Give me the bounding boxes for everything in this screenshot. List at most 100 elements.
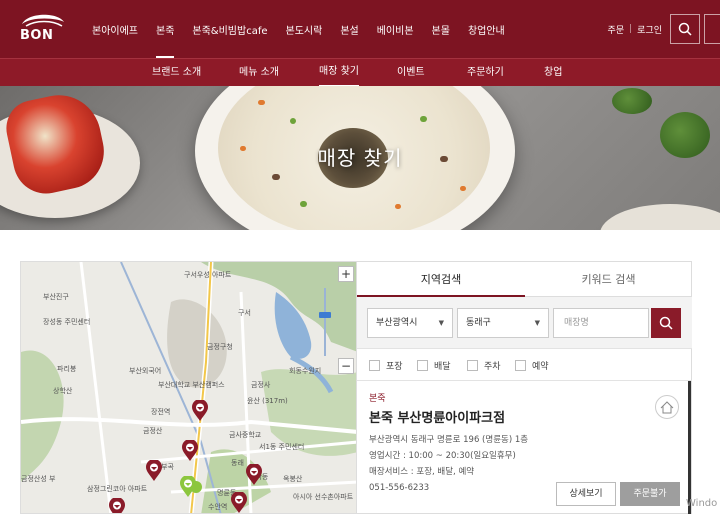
nav-bon-mall[interactable]: 본몰 (432, 22, 450, 37)
city-select[interactable]: 부산광역시 ▼ (367, 308, 453, 338)
zoom-out-button[interactable]: − (338, 358, 354, 374)
store-marker-icon[interactable] (145, 460, 163, 482)
map-label: 윤산 (317m) (247, 397, 288, 405)
map-label: 구서 (238, 309, 251, 317)
nav-baby-bon[interactable]: 베이비본 (377, 22, 414, 37)
filter-label: 배달 (434, 362, 451, 372)
nav-bonjuk-cafe[interactable]: 본죽&비빔밥cafe (192, 22, 267, 37)
nav-bonseol[interactable]: 본설 (340, 22, 358, 37)
service-filter-checkboxes: 포장 배달 주차 예약 (357, 349, 692, 381)
map-label: 부산대학교 부산캠퍼스 (158, 381, 225, 389)
carrot-piece (395, 204, 401, 209)
filter-parking[interactable]: 주차 (467, 359, 501, 372)
subnav-brand[interactable]: 브랜드 소개 (152, 59, 201, 87)
map-label: 아시아 선수촌아파트 (293, 493, 354, 501)
zoom-slider-handle[interactable] (319, 312, 331, 318)
windows-watermark: Windo (686, 498, 718, 509)
store-marker-icon[interactable] (181, 440, 199, 462)
login-link[interactable]: 로그인 (637, 23, 662, 36)
subnav-event[interactable]: 이벤트 (397, 59, 425, 87)
filter-label: 주차 (484, 362, 501, 372)
utility-links: 주문 | 로그인 (608, 0, 662, 58)
map-label: 금정산 (143, 427, 163, 435)
map-label: 부산진구 (43, 293, 69, 301)
checkbox[interactable] (467, 360, 478, 371)
map-label: 금정산성 부 (21, 475, 56, 483)
store-marker-icon[interactable] (230, 492, 248, 514)
result-scrollbar[interactable] (688, 381, 691, 514)
map-label: 동래 (231, 459, 244, 467)
selected-store-marker-icon[interactable] (179, 476, 197, 498)
district-select-value: 동래구 (466, 318, 491, 328)
map-label: 파리봉 (57, 365, 77, 373)
map-label: 회동수원지 (289, 367, 322, 375)
search-filters: 부산광역시 ▼ 동래구 ▼ 매장명 (357, 297, 692, 349)
chevron-down-icon: ▼ (534, 319, 540, 327)
map-label: 부산외국어 (129, 367, 162, 375)
sub-navigation: 브랜드 소개 메뉴 소개 매장 찾기 이벤트 주문하기 창업 (0, 58, 720, 87)
nav-bonjuk[interactable]: 본죽 (156, 22, 175, 58)
checkbox[interactable] (515, 360, 526, 371)
store-hours: 영업시간 : 10:00 ~ 20:30(일요일휴무) (369, 451, 516, 461)
broccoli-image (612, 88, 652, 114)
city-select-value: 부산광역시 (376, 318, 418, 328)
store-marker-icon[interactable] (191, 400, 209, 422)
checkbox[interactable] (417, 360, 428, 371)
store-map[interactable]: 구서우성 아파트 구서 부산진구 금정구청 부산대학교 부산캠퍼스 금정사 윤산… (20, 261, 357, 514)
home-icon-glyph (660, 400, 674, 413)
store-phone: 051-556-6233 (369, 483, 430, 493)
store-detail-button[interactable]: 상세보기 (556, 482, 616, 506)
vegetable-piece (420, 116, 427, 122)
tab-keyword-search[interactable]: 키워드 검색 (525, 262, 692, 297)
search-icon (659, 316, 673, 330)
map-label: 금사중학교 (229, 431, 262, 439)
checkbox[interactable] (369, 360, 380, 371)
top-navigation-bar: BON 본아이에프 본죽 본죽&비빔밥cafe 본도시락 본설 베이비본 본몰 … (0, 0, 720, 58)
map-label: 상학산 (53, 387, 73, 395)
all-menu-button[interactable] (704, 14, 720, 44)
filter-label: 포장 (386, 362, 403, 372)
map-label: 수안역 (208, 503, 228, 511)
map-label: 장전역 (151, 408, 171, 416)
subnav-order[interactable]: 주문하기 (467, 59, 504, 87)
map-label: 금정사 (251, 381, 271, 389)
filter-reservation[interactable]: 예약 (515, 359, 549, 372)
vegetable-piece (290, 118, 296, 124)
map-label: 금정구청 (207, 343, 233, 351)
map-label: 장성동 주민센터 (43, 318, 91, 326)
home-icon[interactable] (655, 395, 679, 419)
store-marker-icon[interactable] (245, 464, 263, 486)
nav-franchise[interactable]: 창업안내 (468, 22, 505, 37)
search-icon (678, 22, 692, 36)
store-address: 부산광역시 동래구 명륜로 196 (명륜동) 1층 (369, 435, 529, 445)
mushroom-piece (272, 174, 280, 180)
vegetable-piece (300, 201, 307, 207)
header-search-button[interactable] (670, 14, 700, 44)
order-link[interactable]: 주문 (608, 23, 625, 36)
tab-region-search[interactable]: 지역검색 (357, 262, 525, 297)
nav-bon-dosirak[interactable]: 본도시락 (286, 22, 323, 37)
store-name-input[interactable]: 매장명 (553, 308, 649, 338)
store-marker-icon[interactable] (108, 498, 126, 514)
map-label: 삼정그린코아 아파트 (87, 485, 148, 493)
filter-delivery[interactable]: 배달 (417, 359, 451, 372)
zoom-slider-track[interactable] (324, 288, 326, 356)
carrot-piece (258, 100, 265, 105)
store-brand: 본죽 (369, 394, 386, 404)
filter-takeout[interactable]: 포장 (369, 359, 403, 372)
order-unavailable-button[interactable]: 주문불가 (620, 482, 680, 506)
store-result-item[interactable]: 본죽 본죽 부산명륜아이파크점 부산광역시 동래구 명륜로 196 (명륜동) … (357, 381, 692, 514)
district-select[interactable]: 동래구 ▼ (457, 308, 549, 338)
map-label: 서1동 주민센터 (259, 443, 305, 451)
page-title: 매장 찾기 (317, 146, 403, 170)
subnav-franchise[interactable]: 창업 (544, 59, 562, 87)
nav-bonif[interactable]: 본아이에프 (92, 22, 138, 37)
subnav-menu[interactable]: 메뉴 소개 (239, 59, 279, 87)
carrot-piece (460, 186, 466, 191)
store-search-panel: 지역검색 키워드 검색 부산광역시 ▼ 동래구 ▼ 매장명 포장 배달 주차 예… (357, 261, 692, 514)
hero-banner: 매장 찾기 (0, 86, 720, 230)
zoom-in-button[interactable]: + (338, 266, 354, 282)
store-name[interactable]: 본죽 부산명륜아이파크점 (369, 407, 505, 426)
search-submit-button[interactable] (651, 308, 681, 338)
subnav-store-finder[interactable]: 매장 찾기 (319, 59, 359, 87)
